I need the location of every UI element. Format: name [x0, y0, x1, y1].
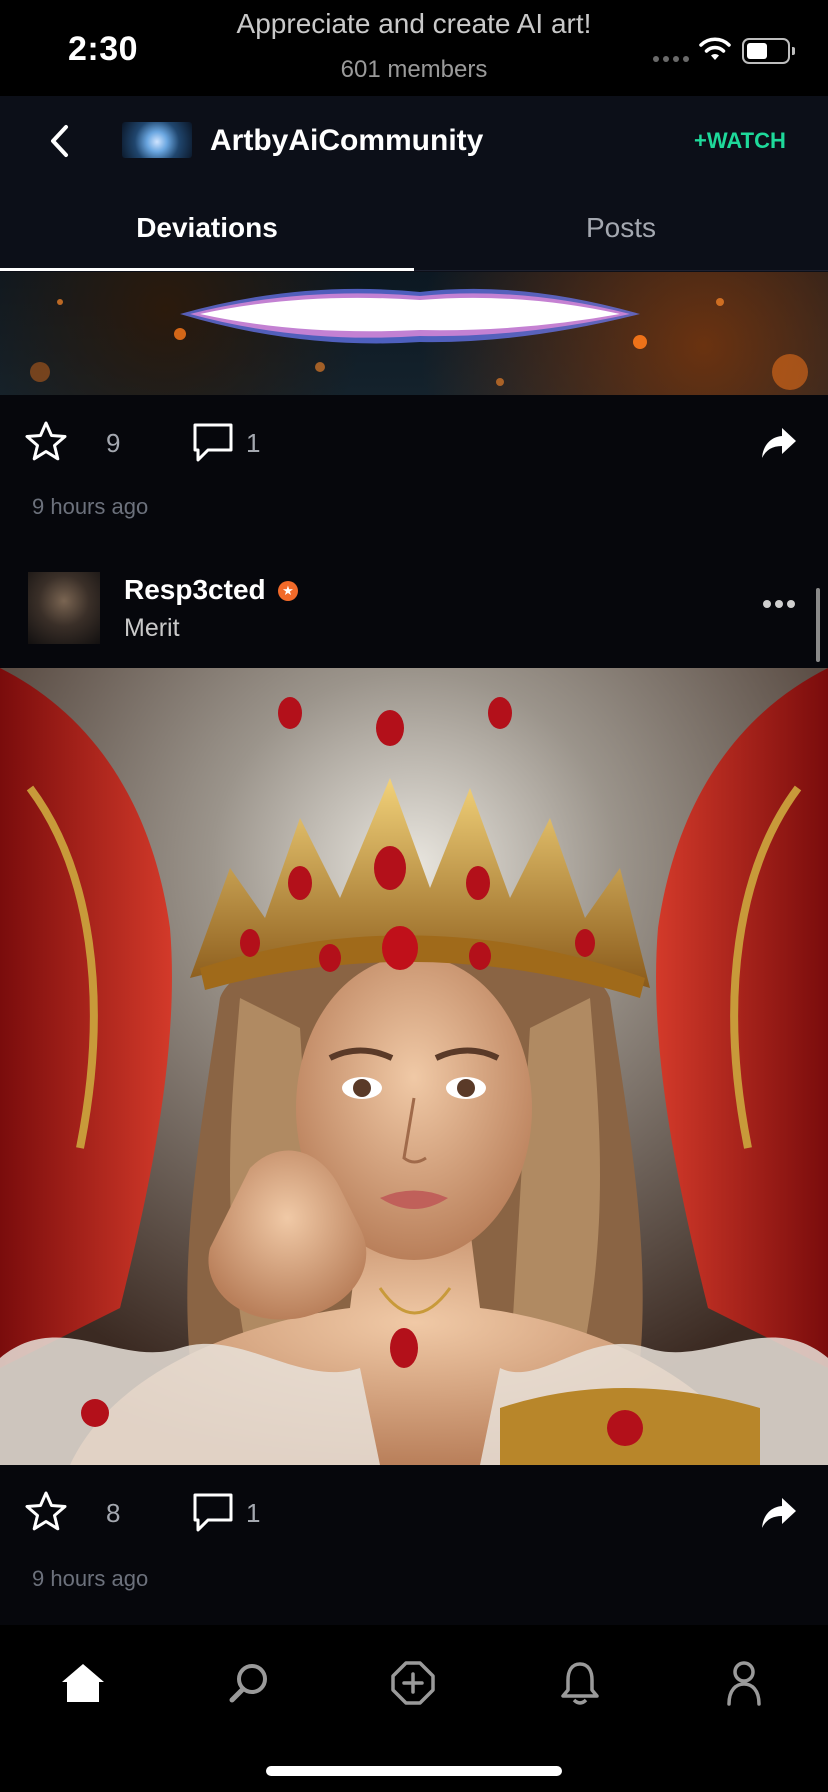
crowned-woman-artwork: [0, 668, 828, 1465]
author-rank: Merit: [124, 614, 180, 642]
favorite-star-icon[interactable]: [24, 420, 68, 462]
wifi-icon: [699, 37, 731, 60]
more-options-icon[interactable]: [762, 599, 796, 609]
avatar[interactable]: [28, 572, 100, 644]
comment-count: 1: [246, 428, 261, 458]
share-icon[interactable]: [760, 426, 798, 460]
timestamp: 9 hours ago: [32, 1566, 149, 1591]
group-avatar[interactable]: [122, 122, 192, 158]
create-icon[interactable]: [390, 1660, 436, 1706]
profile-icon[interactable]: [726, 1660, 762, 1706]
home-indicator[interactable]: [266, 1766, 562, 1776]
tab-deviations[interactable]: Deviations: [0, 212, 414, 244]
deviation-image[interactable]: [0, 668, 828, 1465]
deviation-image[interactable]: [0, 272, 828, 395]
badge-star-icon: ★: [282, 583, 294, 598]
scrollbar[interactable]: [816, 588, 820, 662]
home-icon[interactable]: [60, 1662, 106, 1704]
group-name[interactable]: ArtbyAiCommunity: [210, 124, 483, 158]
search-icon[interactable]: [228, 1662, 270, 1704]
tab-divider: [414, 270, 828, 271]
comment-icon[interactable]: [192, 422, 234, 464]
tab-posts[interactable]: Posts: [414, 212, 828, 244]
chevron-left-icon[interactable]: [48, 124, 70, 158]
favorite-star-icon[interactable]: [24, 1490, 68, 1532]
battery-icon: [742, 38, 795, 64]
watch-button[interactable]: +WATCH: [694, 128, 786, 154]
share-icon[interactable]: [760, 1496, 798, 1530]
active-tab-indicator: [0, 268, 414, 271]
timestamp: 9 hours ago: [32, 494, 149, 519]
glow-wave-artwork: [30, 288, 808, 390]
cellular-signal-icon: [653, 56, 689, 62]
bell-icon[interactable]: [560, 1660, 600, 1706]
comment-icon[interactable]: [192, 1492, 234, 1534]
favorite-count: 9: [106, 428, 121, 458]
author-name[interactable]: Resp3cted: [124, 574, 266, 606]
comment-count: 1: [246, 1498, 261, 1528]
favorite-count: 8: [106, 1498, 121, 1528]
